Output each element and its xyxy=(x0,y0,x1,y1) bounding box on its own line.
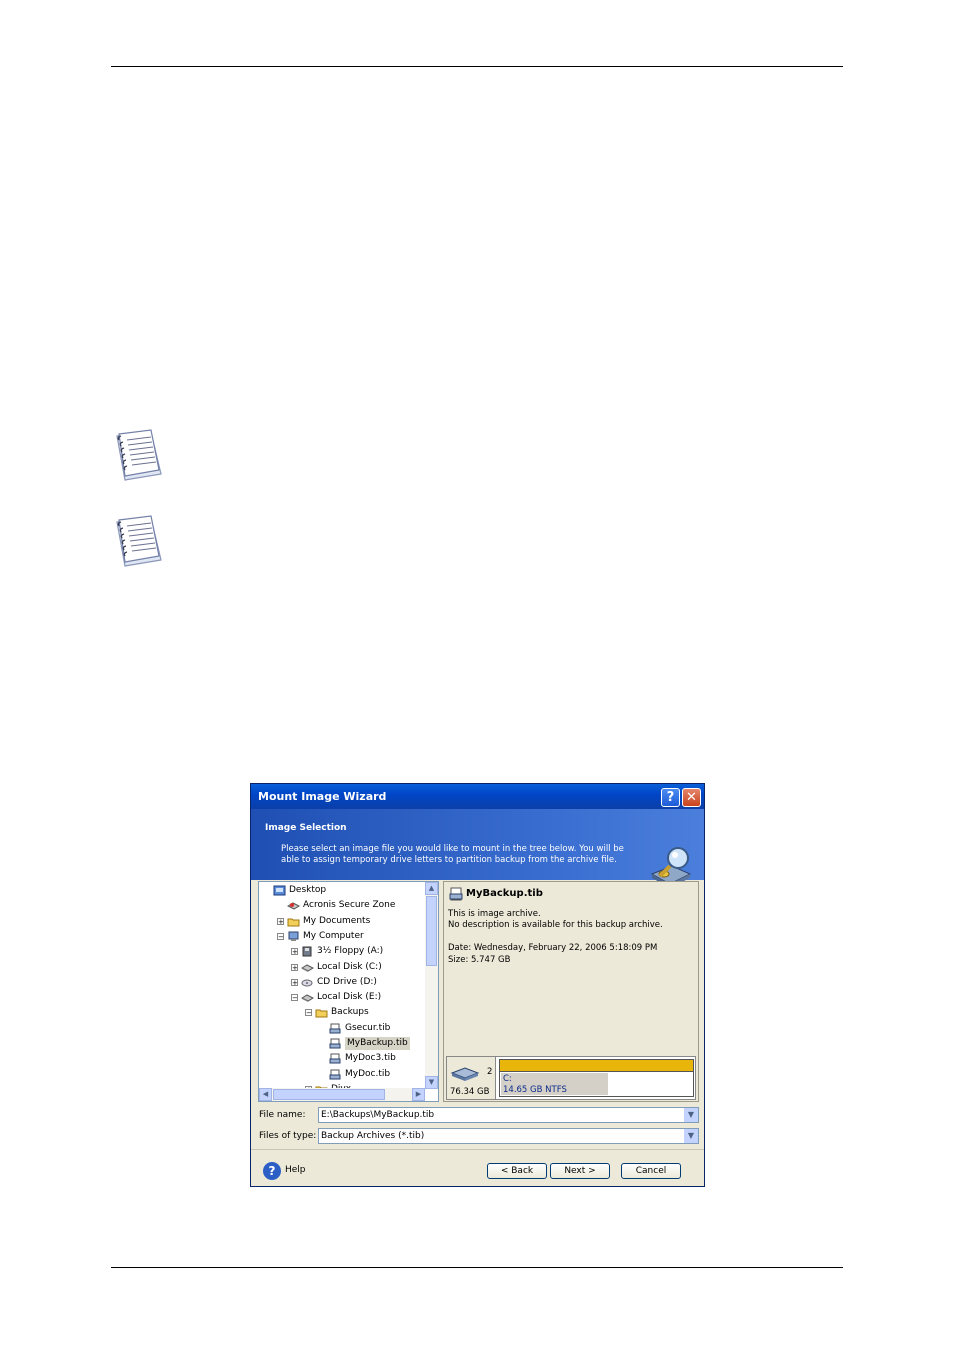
tree-item-label: MyBackup.tib xyxy=(345,1037,410,1050)
disk-summary: 2 76.34 GB xyxy=(447,1057,496,1099)
scroll-thumb[interactable] xyxy=(273,1089,385,1100)
chevron-down-icon[interactable]: ▼ xyxy=(684,1129,698,1143)
folder-tree[interactable]: Desktop Acronis Secure Zone + My Documents −… xyxy=(258,881,439,1102)
file-icon xyxy=(329,1069,342,1080)
chevron-down-icon[interactable]: ▼ xyxy=(684,1108,698,1122)
tree-item-label: Desktop xyxy=(289,885,327,895)
archive-date-text: Date: Wednesday, February 22, 2006 5:18:… xyxy=(448,943,658,953)
folder-icon xyxy=(287,916,300,927)
hard-disk-icon xyxy=(450,1067,480,1081)
files-of-type-value: Backup Archives (*.tib) xyxy=(321,1131,425,1141)
tree-item-label: Gsecur.tib xyxy=(345,1022,391,1033)
file-name-label: File name: xyxy=(259,1110,306,1120)
partition-usage-bar xyxy=(500,1060,693,1072)
file-name-value: E:\Backups\MyBackup.tib xyxy=(321,1110,435,1120)
disk-size: 76.34 GB xyxy=(450,1087,490,1097)
help-icon[interactable]: ? xyxy=(263,1162,281,1180)
tree-item-label: Acronis Secure Zone xyxy=(303,900,396,911)
disk-icon xyxy=(300,962,315,973)
tree-vertical-scrollbar[interactable]: ▲ ▼ xyxy=(425,882,438,1089)
title-bar[interactable]: Mount Image Wizard ? ✕ xyxy=(251,784,704,809)
dialog-title: Mount Image Wizard xyxy=(258,790,387,803)
tree-horizontal-scrollbar[interactable]: ◀ ▶ xyxy=(259,1088,425,1101)
archive-size-text: Size: 5.747 GB xyxy=(448,955,511,965)
cd-icon xyxy=(301,977,314,988)
zone-icon xyxy=(286,900,301,911)
tree-item-label: 3½ Floppy (A:) xyxy=(317,946,384,957)
archive-info-panel: MyBackup.tib This is image archive. No d… xyxy=(443,881,699,1102)
header-rule xyxy=(111,66,843,67)
tree-item-label: My Documents xyxy=(303,915,371,926)
computer-icon xyxy=(287,931,300,942)
expand-icon[interactable]: + xyxy=(291,963,298,971)
disk-icon xyxy=(300,992,315,1003)
note-icon xyxy=(116,515,162,567)
back-button[interactable]: < Back xyxy=(487,1163,547,1179)
files-of-type-label: Files of type: xyxy=(259,1131,317,1141)
disk-map: 2 76.34 GB C: 14.65 GB NTFS xyxy=(446,1056,696,1100)
help-link[interactable]: Help xyxy=(285,1165,306,1175)
note-icon xyxy=(116,429,162,481)
file-icon xyxy=(329,1038,342,1049)
desktop-icon xyxy=(273,885,286,896)
floppy-icon xyxy=(301,946,314,957)
archive-file-icon xyxy=(449,887,463,901)
wizard-header: Image Selection Please select an image f… xyxy=(251,809,704,888)
file-icon xyxy=(329,1023,342,1034)
divider xyxy=(251,1149,704,1150)
file-name-combo[interactable]: E:\Backups\MyBackup.tib ▼ xyxy=(318,1107,699,1123)
expand-icon[interactable]: + xyxy=(277,917,284,925)
tree-item-label: Backups xyxy=(331,1007,369,1018)
tree-item-label: MyDoc3.tib xyxy=(345,1053,396,1064)
collapse-icon[interactable]: − xyxy=(305,1009,312,1017)
collapse-icon[interactable]: − xyxy=(277,932,284,940)
partition-letter: C: xyxy=(503,1074,512,1084)
archive-type-text: This is image archive. xyxy=(448,909,541,919)
header-title: Image Selection xyxy=(265,823,347,833)
close-button[interactable]: ✕ xyxy=(682,788,701,807)
scroll-up-icon[interactable]: ▲ xyxy=(425,882,438,895)
title-help-button[interactable]: ? xyxy=(661,788,680,807)
header-description: Please select an image file you would li… xyxy=(281,844,624,865)
mount-image-wizard-dialog: Mount Image Wizard ? ✕ Image Selection P… xyxy=(250,783,705,1187)
expand-icon[interactable]: + xyxy=(291,978,298,986)
expand-icon[interactable]: + xyxy=(291,948,298,956)
scroll-left-icon[interactable]: ◀ xyxy=(259,1088,272,1101)
partition-c[interactable]: C: 14.65 GB NTFS xyxy=(499,1059,694,1097)
folder-icon xyxy=(315,1007,328,1018)
files-of-type-combo[interactable]: Backup Archives (*.tib) ▼ xyxy=(318,1128,699,1144)
archive-description-text: No description is available for this bac… xyxy=(448,920,663,930)
scroll-thumb[interactable] xyxy=(426,896,437,966)
next-button[interactable]: Next > xyxy=(550,1163,610,1179)
archive-name: MyBackup.tib xyxy=(466,888,543,899)
tree-item-label: CD Drive (D:) xyxy=(317,976,377,987)
disk-number: 2 xyxy=(487,1067,493,1077)
file-icon xyxy=(329,1053,342,1064)
tree-item-label: Local Disk (E:) xyxy=(317,992,382,1003)
scroll-right-icon[interactable]: ▶ xyxy=(412,1088,425,1101)
footer-rule xyxy=(111,1267,843,1268)
cancel-button[interactable]: Cancel xyxy=(621,1163,681,1179)
tree-item-label: MyDoc.tib xyxy=(345,1068,391,1079)
tree-item-label: My Computer xyxy=(303,930,364,941)
tree-item-label: Local Disk (C:) xyxy=(317,961,382,972)
scroll-down-icon[interactable]: ▼ xyxy=(425,1076,438,1089)
partition-detail: 14.65 GB NTFS xyxy=(503,1085,567,1095)
collapse-icon[interactable]: − xyxy=(291,994,298,1002)
